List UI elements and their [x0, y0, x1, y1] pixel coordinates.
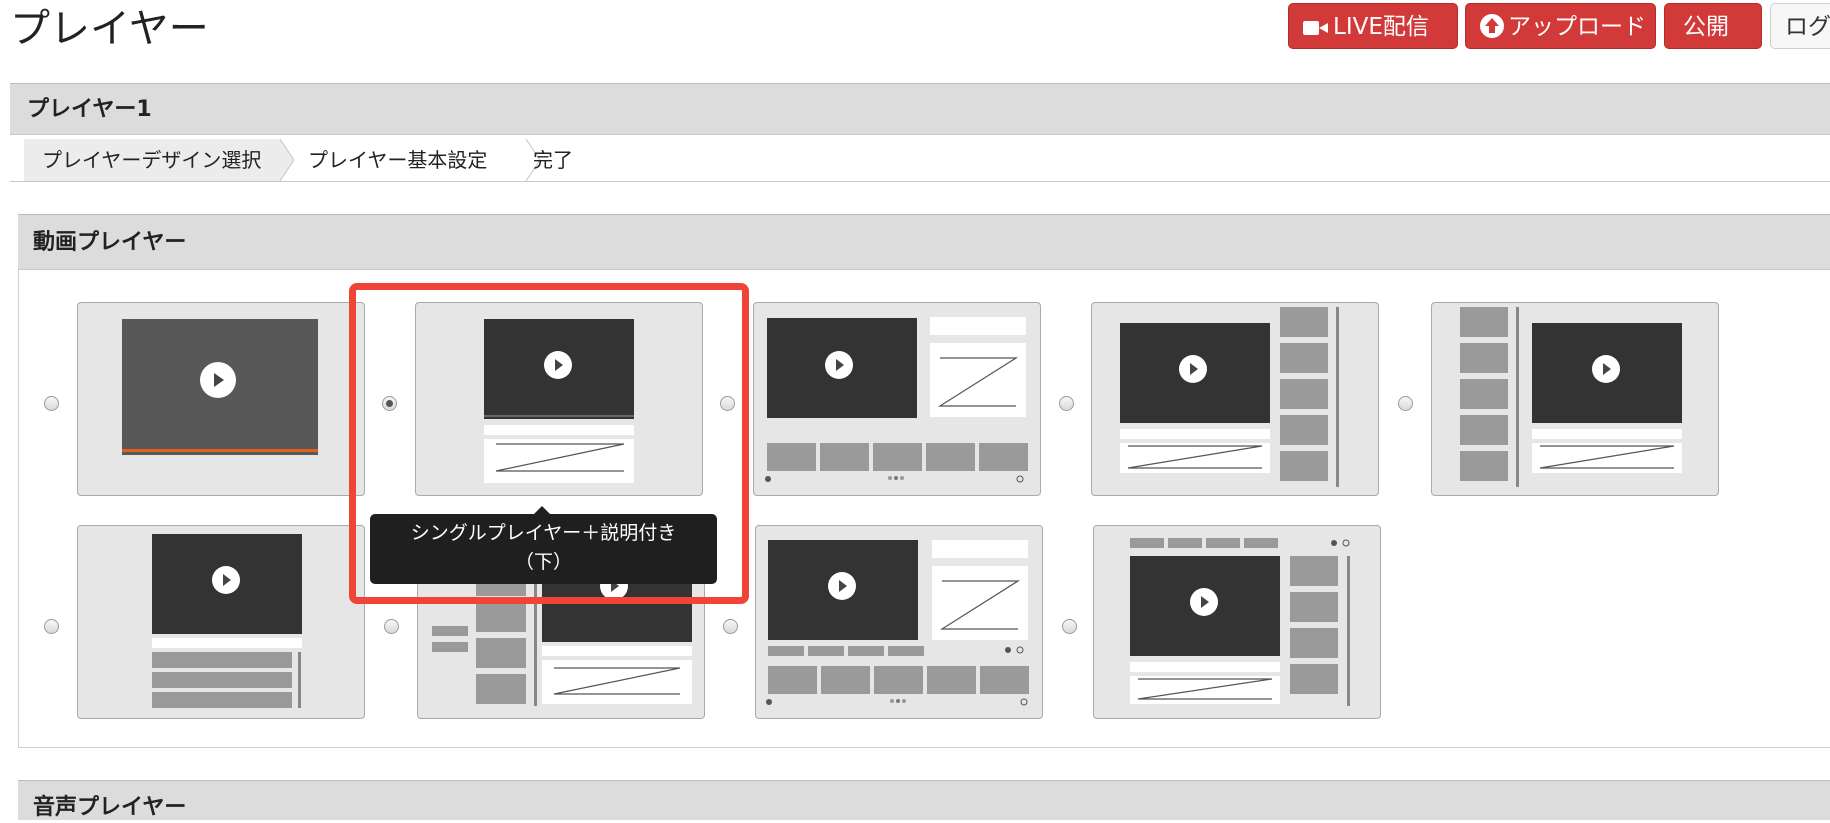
upload-icon [1480, 14, 1504, 38]
layout-radio-4[interactable] [1059, 396, 1074, 411]
layout-radio-5[interactable] [1398, 396, 1413, 411]
live-button-label: LIVE配信 [1333, 14, 1429, 40]
layout-radio-8[interactable] [723, 619, 738, 634]
step-complete: 完了 [533, 148, 573, 172]
publish-button-label: 公開 [1683, 14, 1729, 40]
steps-divider [10, 181, 1830, 182]
publish-button[interactable]: 公開 [1664, 3, 1762, 49]
layout-thumb-list-bottom[interactable] [77, 525, 365, 719]
player-name: プレイヤー1 [27, 97, 152, 122]
live-button[interactable]: LIVE配信 [1288, 3, 1458, 49]
logout-button[interactable]: ログ [1770, 3, 1830, 49]
audio-player-title: 音声プレイヤー [33, 795, 187, 820]
step-separator-icon [280, 139, 294, 181]
video-player-title: 動画プレイヤー [33, 230, 187, 255]
logout-button-label: ログ [1785, 14, 1830, 40]
layout-thumb-desc-right-strip[interactable] [755, 525, 1043, 719]
layout-radio-9[interactable] [1062, 619, 1077, 634]
layout-thumb-single[interactable] [77, 302, 365, 496]
layout-thumb-list-left[interactable] [1431, 302, 1719, 496]
video-player-header: 動画プレイヤー [18, 214, 1830, 270]
layout-radio-1[interactable] [44, 396, 59, 411]
upload-button[interactable]: アップロード [1465, 3, 1656, 49]
tooltip-arrow [534, 506, 550, 514]
player-name-bar: プレイヤー1 [10, 83, 1830, 135]
layout-thumb-tabs-list-right[interactable] [1093, 525, 1381, 719]
step-basic-settings: プレイヤー基本設定 [308, 148, 488, 172]
step-design-select: プレイヤーデザイン選択 [24, 139, 280, 181]
layout-radio-6[interactable] [44, 619, 59, 634]
video-camera-icon [1303, 21, 1329, 35]
audio-player-header: 音声プレイヤー [18, 780, 1830, 820]
layout-thumb-list-right[interactable] [1091, 302, 1379, 496]
tooltip-line2: （下） [514, 551, 572, 573]
layout-radio-7[interactable] [384, 619, 399, 634]
layout-tooltip: シングルプレイヤー＋説明付き （下） [370, 506, 717, 584]
layout-thumb-desc-right-list[interactable] [753, 302, 1041, 496]
upload-button-label: アップロード [1508, 14, 1646, 40]
page-title: プレイヤー [10, 6, 209, 52]
tooltip-line1: シングルプレイヤー＋説明付き [410, 522, 677, 544]
